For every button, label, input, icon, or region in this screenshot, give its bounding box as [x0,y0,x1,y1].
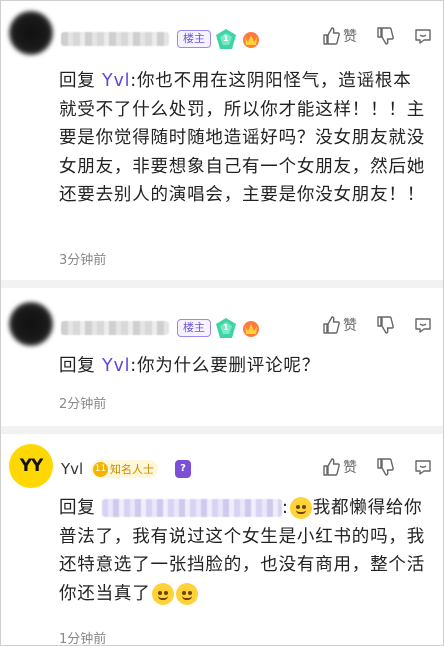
thumbs-up-icon [323,316,340,334]
floor-owner-badge: 楼主 [177,319,211,337]
avatar[interactable] [9,11,53,55]
comment-actions: 赞 [321,26,433,46]
smile-emoji [289,497,312,519]
like-label: 赞 [343,29,357,45]
thumbs-up-icon [323,27,340,45]
special-badge: ? [175,460,191,478]
reply-button[interactable] [413,315,433,335]
crown-icon [243,32,259,48]
comment-icon [415,460,431,475]
timestamp: 3分钟前 [59,253,107,268]
username[interactable]: Yvl [61,460,83,478]
dislike-button[interactable] [375,26,395,46]
comment-item: 楼主 1 赞 回复 Yvl:你也不用在这阴阳怪气，造谣根本就受不了什么处罚，所以… [1,1,443,284]
like-label: 赞 [343,460,357,476]
known-person-badge: 11 知名人士 [91,460,158,478]
thumbs-up-icon [323,458,340,476]
comment-actions: 赞 [321,457,433,477]
thumbs-down-icon [377,27,394,45]
comment-text: 回复 Yvl:你为什么要删评论呢？ [59,352,429,381]
comment-body: :你为什么要删评论呢？ [130,356,320,376]
crown-icon [243,321,259,337]
reply-prefix: 回复 [59,356,96,376]
level-number: 1 [223,34,229,43]
comment-actions: 赞 [321,315,433,335]
like-label: 赞 [343,318,357,334]
comment-item: 楼主 1 赞 回复 Yvl:你为什么要删评论呢？ 2分钟前 [1,284,443,430]
reply-prefix: 回复 [59,498,96,518]
dislike-button[interactable] [375,457,395,477]
level-number: 1 [223,323,229,332]
comment-icon [415,29,431,44]
dislike-button[interactable] [375,315,395,335]
like-button[interactable]: 赞 [321,26,357,46]
reply-button[interactable] [413,457,433,477]
reply-target-redacted[interactable] [101,499,282,517]
like-button[interactable]: 赞 [321,457,357,477]
thumbs-down-icon [377,316,394,334]
avatar-text: YY [19,456,44,476]
like-button[interactable]: 赞 [321,315,357,335]
reply-prefix: 回复 [59,71,96,91]
avatar[interactable]: YY [9,444,53,488]
thumbs-down-icon [377,458,394,476]
floor-owner-badge: 楼主 [177,30,211,48]
blush-emoji [151,582,174,605]
reply-button[interactable] [413,26,433,46]
comment-icon [415,318,431,333]
blush-emoji [175,582,198,605]
username-redacted[interactable] [61,321,169,335]
known-badge-level: 11 [93,461,108,477]
comment-text: 回复 Yvl:你也不用在这阴阳怪气，造谣根本就受不了什么处罚，所以你才能这样！！… [59,67,429,210]
comment-thread: 楼主 1 赞 回复 Yvl:你也不用在这阴阳怪气，造谣根本就受不了什么处罚，所以… [0,0,444,646]
timestamp: 1分钟前 [59,632,107,646]
avatar[interactable] [9,302,53,346]
comment-text: 回复 : 我都懒得给你普法了，我有说过这个女生是小红书的吗，我还特意选了一张挡脸的… [59,497,425,605]
timestamp: 2分钟前 [59,397,107,412]
reply-target-link[interactable]: Yvl [102,356,130,376]
known-badge-label: 知名人士 [110,463,154,476]
comment-item: YY Yvl 11 知名人士 ? 赞 回复 : 我都懒得给你普法了，我有说过这个女… [1,430,443,646]
reply-target-link[interactable]: Yvl [102,71,130,91]
username-redacted[interactable] [61,32,169,46]
comment-body: :你也不用在这阴阳怪气，造谣根本就受不了什么处罚，所以你才能这样！！！主要是你觉… [59,71,425,205]
